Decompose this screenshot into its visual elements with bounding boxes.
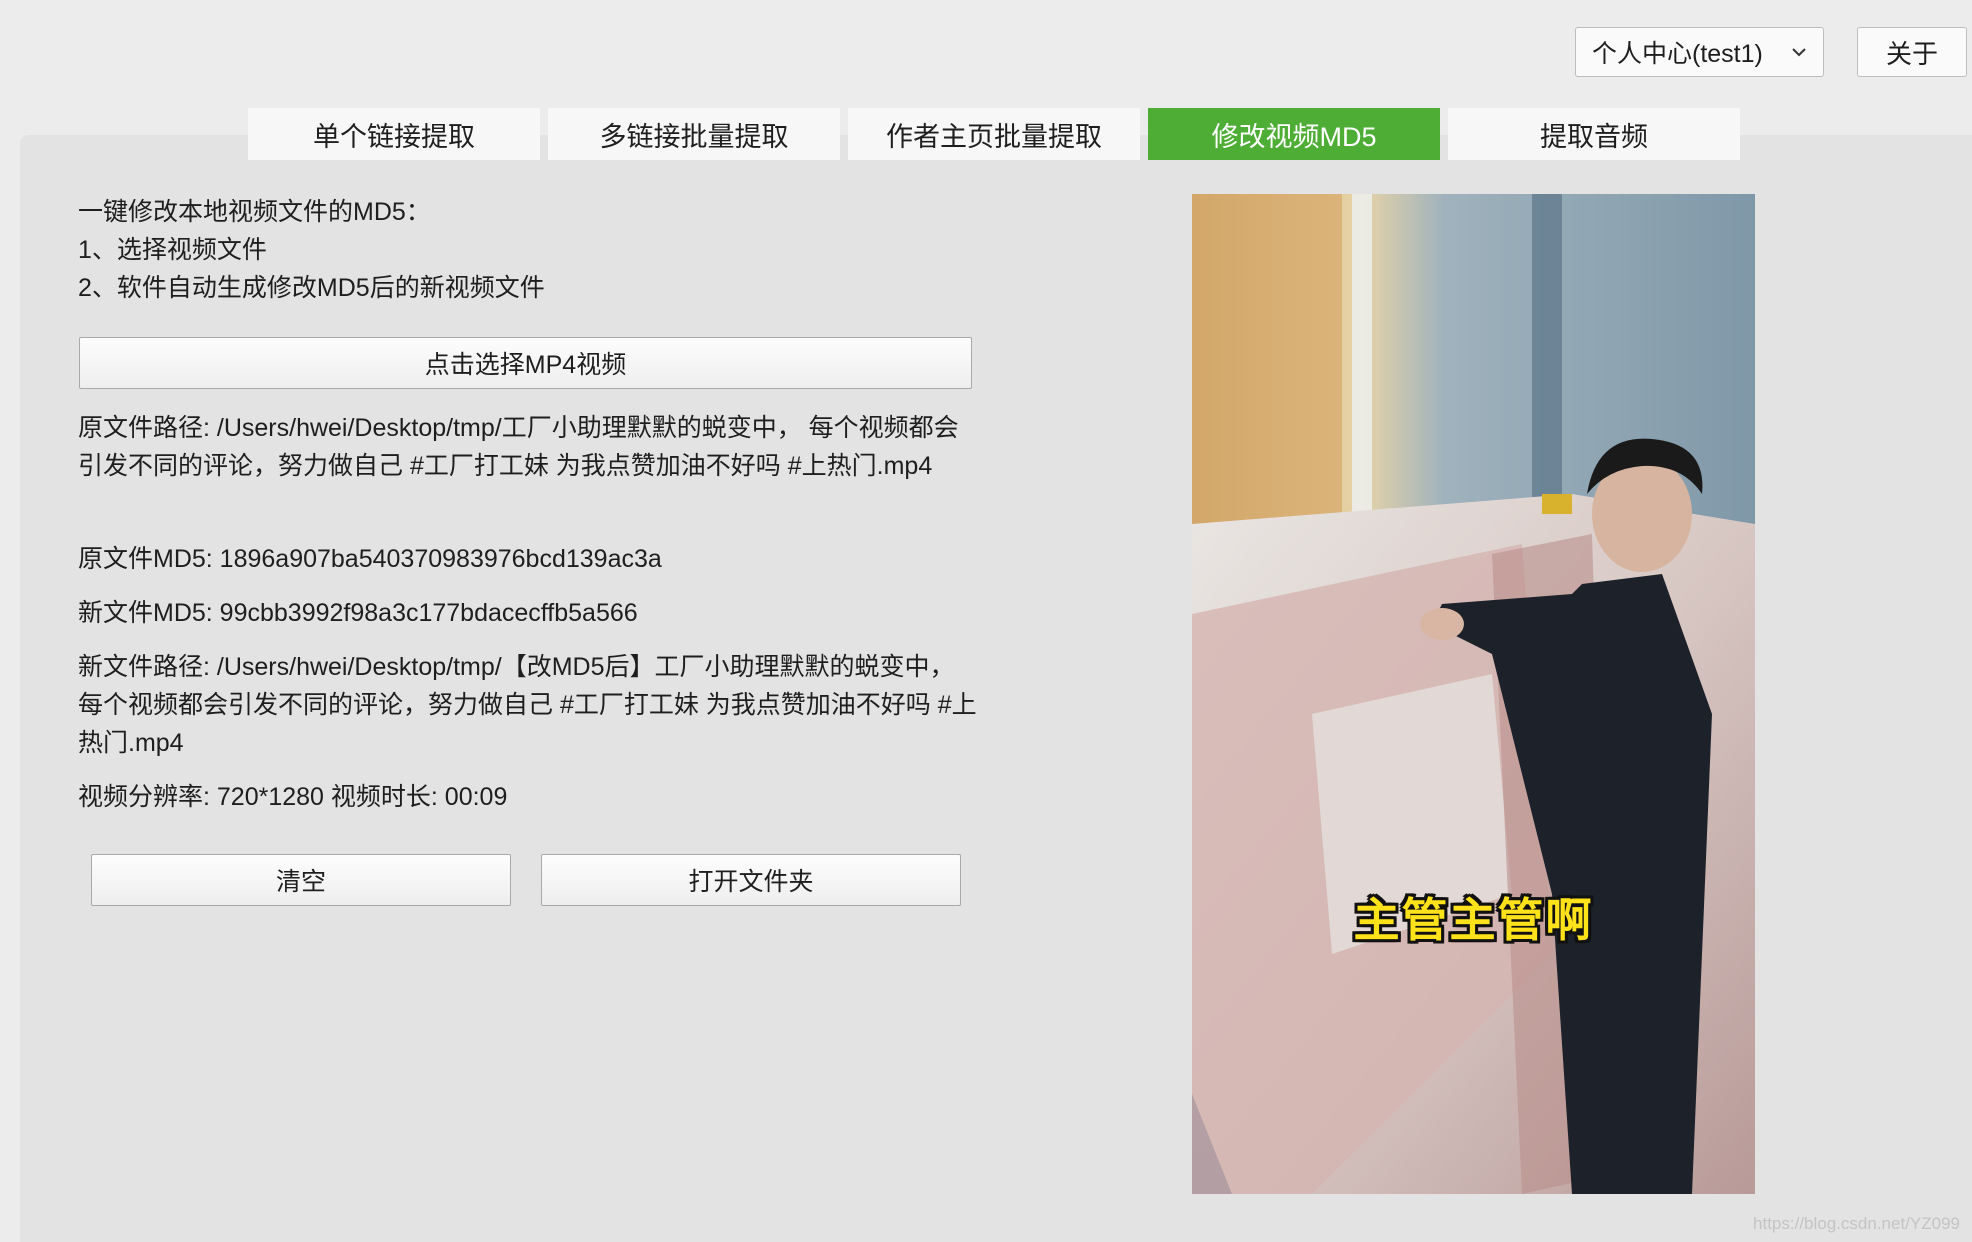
- tab-author-page-batch-extract[interactable]: 作者主页批量提取: [848, 108, 1140, 160]
- top-bar: 个人中心(test1) 关于: [0, 0, 1972, 100]
- instructions: 一键修改本地视频文件的MD5： 1、选择视频文件 2、软件自动生成修改MD5后的…: [78, 193, 545, 307]
- original-file-path: 原文件路径: /Users/hwei/Desktop/tmp/工厂小助理默默的蜕…: [78, 414, 959, 480]
- clear-button[interactable]: 清空: [91, 854, 511, 906]
- instructions-title: 一键修改本地视频文件的MD5：: [78, 198, 431, 226]
- instructions-step-2: 2、软件自动生成修改MD5后的新视频文件: [78, 274, 545, 302]
- video-resolution-duration: 视频分辨率: 720*1280 视频时长: 00:09: [78, 783, 508, 811]
- new-file-path: 新文件路径: /Users/hwei/Desktop/tmp/【改MD5后】工厂…: [78, 653, 977, 757]
- tab-single-link-extract[interactable]: 单个链接提取: [248, 108, 540, 160]
- tab-multi-link-batch-extract[interactable]: 多链接批量提取: [548, 108, 840, 160]
- instructions-step-1: 1、选择视频文件: [78, 236, 267, 264]
- video-preview[interactable]: 主管主管啊: [1192, 194, 1755, 1194]
- tab-extract-audio[interactable]: 提取音频: [1448, 108, 1740, 160]
- watermark: https://blog.csdn.net/YZ099: [1753, 1214, 1960, 1233]
- user-center-select[interactable]: 个人中心(test1): [1575, 27, 1824, 77]
- tab-modify-video-md5[interactable]: 修改视频MD5: [1148, 108, 1440, 160]
- user-center-select-value: 个人中心(test1): [1592, 40, 1763, 68]
- original-file-md5: 原文件MD5: 1896a907ba540370983976bcd139ac3a: [78, 545, 662, 573]
- choose-mp4-button[interactable]: 点击选择MP4视频: [79, 337, 972, 389]
- about-button[interactable]: 关于: [1857, 27, 1967, 77]
- video-frame-illustration: [1192, 194, 1755, 1194]
- chevron-down-icon: [1792, 48, 1806, 57]
- tab-bar: 单个链接提取 多链接批量提取 作者主页批量提取 修改视频MD5 提取音频: [248, 108, 1748, 160]
- video-subtitle: 主管主管啊: [1353, 894, 1594, 946]
- open-folder-button[interactable]: 打开文件夹: [541, 854, 961, 906]
- new-file-md5: 新文件MD5: 99cbb3992f98a3c177bdacecffb5a566: [78, 599, 638, 627]
